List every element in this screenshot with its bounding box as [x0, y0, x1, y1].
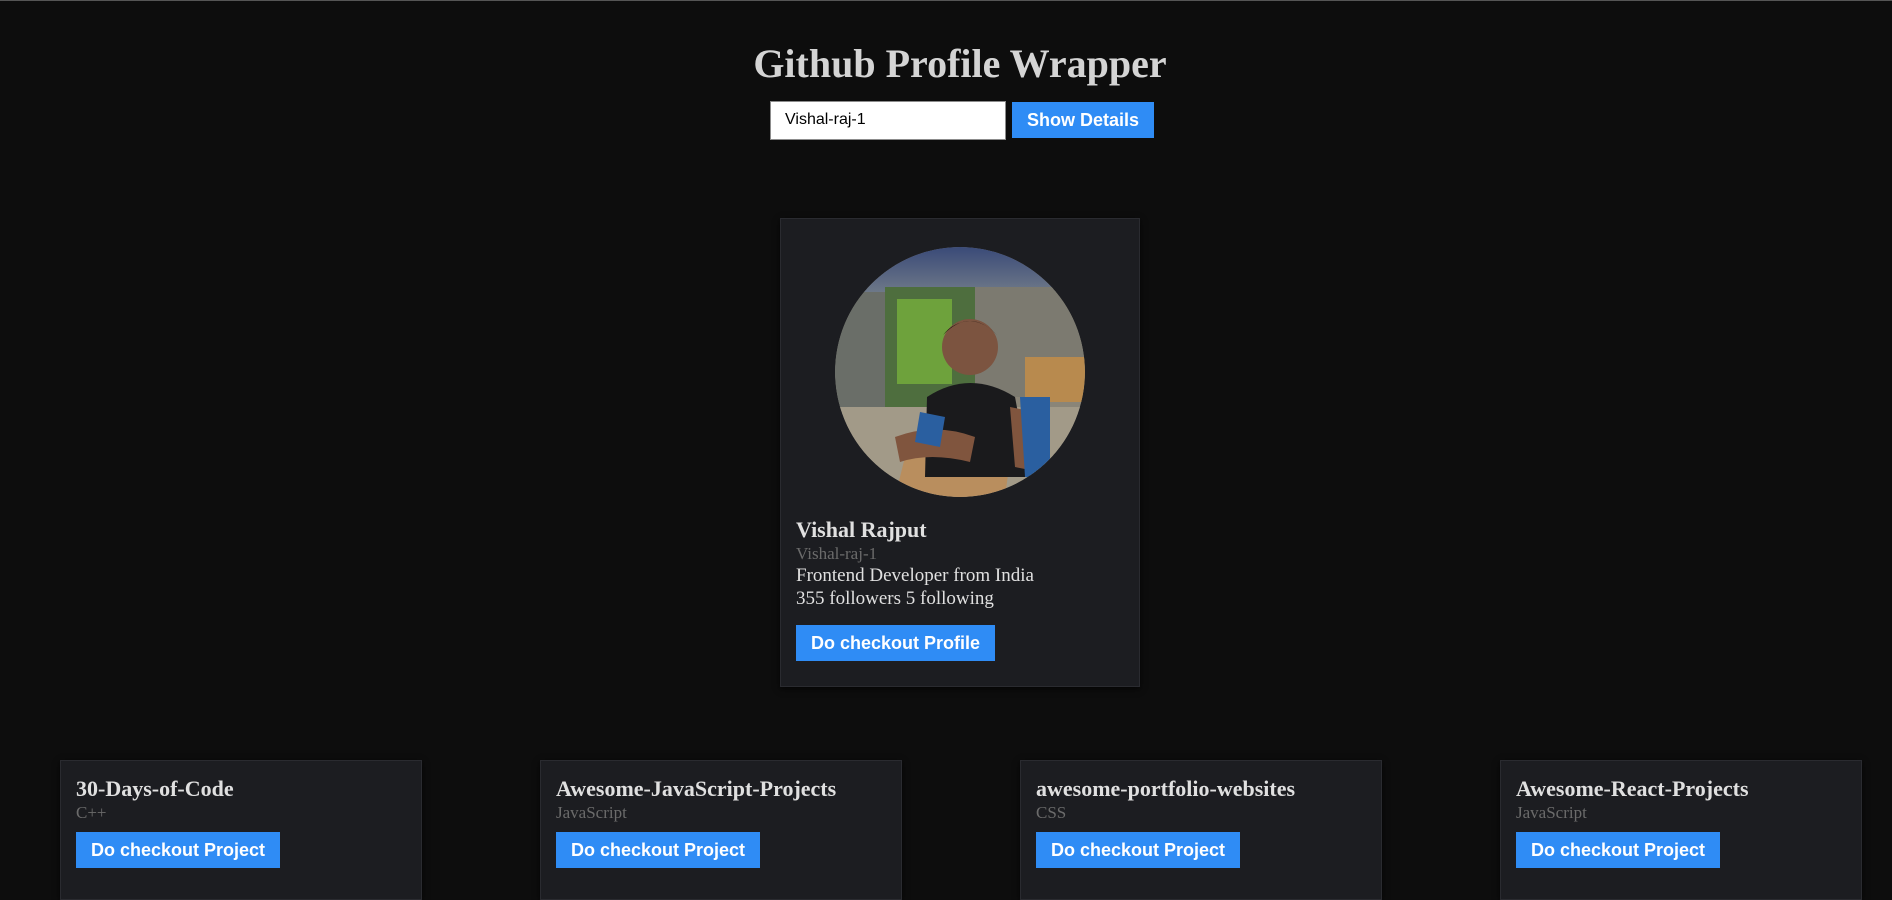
profile-name: Vishal Rajput — [796, 517, 927, 542]
search-bar: Show Details — [770, 100, 1155, 140]
repo-language: JavaScript — [1516, 803, 1587, 822]
avatar — [835, 247, 1085, 497]
top-divider — [0, 0, 1892, 1]
repo-card: awesome-portfolio-websites CSS Do checko… — [1020, 760, 1382, 900]
profile-bio: Frontend Developer from India — [796, 565, 1034, 586]
repo-name: Awesome-JavaScript-Projects — [556, 776, 837, 801]
show-details-button[interactable]: Show Details — [1012, 102, 1155, 138]
repo-name: Awesome-React-Projects — [1516, 776, 1749, 801]
checkout-project-button[interactable]: Do checkout Project — [76, 832, 281, 868]
repo-name: awesome-portfolio-websites — [1036, 776, 1296, 801]
username-input[interactable] — [770, 100, 1006, 140]
checkout-project-button[interactable]: Do checkout Project — [1516, 832, 1721, 868]
profile-card: Vishal Rajput Vishal-raj-1 Frontend Deve… — [780, 218, 1140, 687]
checkout-profile-button[interactable]: Do checkout Profile — [796, 625, 996, 661]
profile-follow-stats: 355 followers 5 following — [796, 588, 994, 609]
repo-card: 30-Days-of-Code C++ Do checkout Project — [60, 760, 422, 900]
repo-language: JavaScript — [556, 803, 627, 822]
repo-name: 30-Days-of-Code — [76, 776, 234, 801]
profile-username: Vishal-raj-1 — [796, 544, 878, 563]
repo-language: C++ — [76, 803, 107, 822]
checkout-project-button[interactable]: Do checkout Project — [556, 832, 761, 868]
repo-card: Awesome-JavaScript-Projects JavaScript D… — [540, 760, 902, 900]
page-title: Github Profile Wrapper — [753, 41, 1167, 86]
repo-card: Awesome-React-Projects JavaScript Do che… — [1500, 760, 1862, 900]
checkout-project-button[interactable]: Do checkout Project — [1036, 832, 1241, 868]
repo-language: CSS — [1036, 803, 1067, 822]
